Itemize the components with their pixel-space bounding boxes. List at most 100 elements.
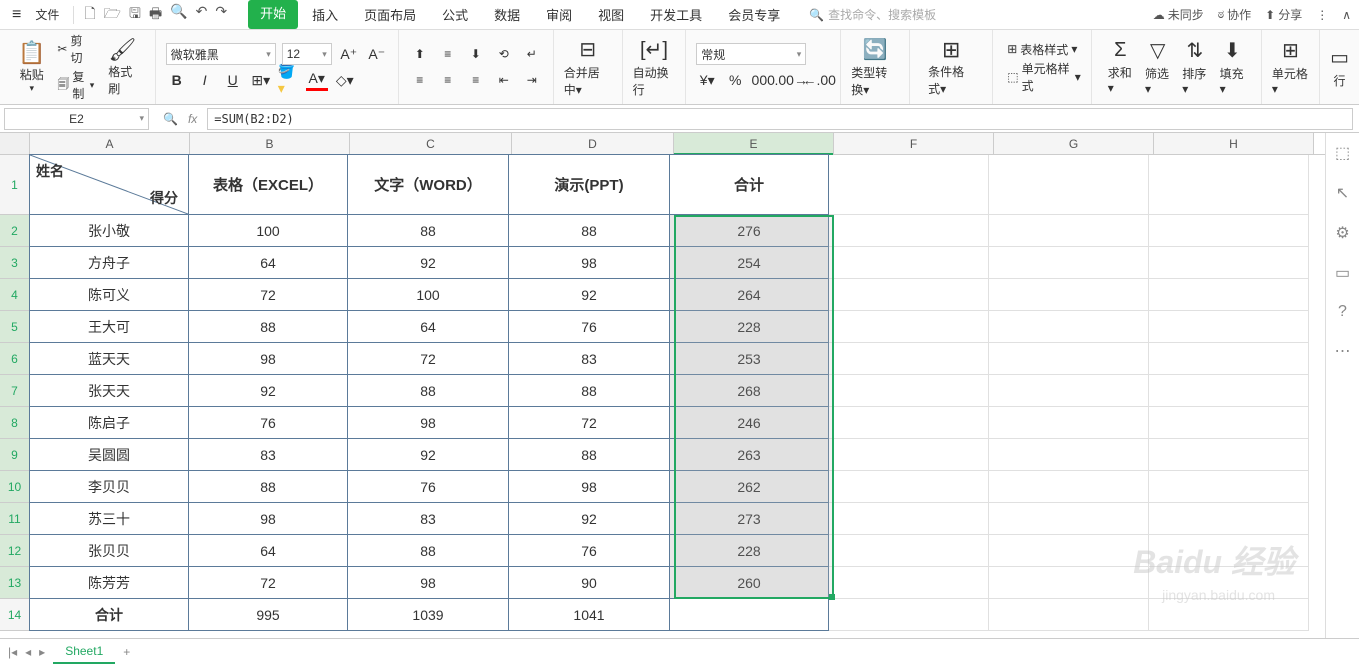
cell-d4[interactable]: 92	[508, 278, 670, 311]
spreadsheet-grid[interactable]: A B C D E F G H 1 姓名 得分 表格（EXCEL） 文字（WOR…	[0, 133, 1325, 638]
cut-button[interactable]: ✂剪切	[57, 32, 94, 66]
cell-h6[interactable]	[1149, 343, 1309, 375]
cell-g13[interactable]	[989, 567, 1149, 599]
open-icon[interactable]: 🗁	[104, 3, 121, 27]
cell-a11[interactable]: 苏三十	[29, 502, 189, 535]
cells-button[interactable]: ⊞ 单元格▾	[1262, 30, 1320, 104]
cell-h11[interactable]	[1149, 503, 1309, 535]
share-button[interactable]: ⬆ 分享	[1265, 6, 1302, 23]
cell-g14[interactable]	[989, 599, 1149, 631]
cell-c1[interactable]: 文字（WORD）	[347, 154, 509, 215]
row-header-10[interactable]: 10	[0, 471, 30, 503]
cell-h5[interactable]	[1149, 311, 1309, 343]
more-icon[interactable]: ⋮	[1316, 8, 1328, 22]
name-box[interactable]: E2▾	[4, 108, 149, 130]
percent-icon[interactable]: %	[724, 69, 746, 91]
row-header-5[interactable]: 5	[0, 311, 30, 343]
preview-icon[interactable]: 🔍	[170, 3, 187, 27]
cell-e3[interactable]: 254	[669, 246, 829, 279]
font-color-icon[interactable]: A▾	[306, 69, 328, 91]
row-header-11[interactable]: 11	[0, 503, 30, 535]
cell-a3[interactable]: 方舟子	[29, 246, 189, 279]
select-all-corner[interactable]	[0, 133, 30, 154]
file-menu[interactable]: 文件	[27, 2, 67, 27]
sum-button[interactable]: Σ求和▾	[1102, 36, 1139, 98]
row-header-7[interactable]: 7	[0, 375, 30, 407]
cond-format-button[interactable]: ⊞ 条件格式▾	[920, 33, 982, 101]
cell-g1[interactable]	[989, 155, 1149, 215]
fx-icon[interactable]: fx	[188, 112, 197, 126]
new-icon[interactable]: 🗋	[84, 3, 95, 27]
formula-input[interactable]: =SUM(B2:D2)	[207, 108, 1353, 130]
cell-f1[interactable]	[829, 155, 989, 215]
cell-a6[interactable]: 蓝天天	[29, 342, 189, 375]
indent-right-icon[interactable]: ⇥	[521, 69, 543, 91]
row-header-9[interactable]: 9	[0, 439, 30, 471]
cell-b8[interactable]: 76	[188, 406, 348, 439]
tab-view[interactable]: 视图	[586, 0, 636, 29]
cell-h8[interactable]	[1149, 407, 1309, 439]
cell-e13[interactable]: 260	[669, 566, 829, 599]
cell-h10[interactable]	[1149, 471, 1309, 503]
row-header-13[interactable]: 13	[0, 567, 30, 599]
cell-d9[interactable]: 88	[508, 438, 670, 471]
row-header-14[interactable]: 14	[0, 599, 30, 631]
cell-c9[interactable]: 92	[347, 438, 509, 471]
cell-d13[interactable]: 90	[508, 566, 670, 599]
cell-b12[interactable]: 64	[188, 534, 348, 567]
cell-g10[interactable]	[989, 471, 1149, 503]
cell-g7[interactable]	[989, 375, 1149, 407]
cell-f13[interactable]	[829, 567, 989, 599]
cell-c10[interactable]: 76	[347, 470, 509, 503]
cell-b13[interactable]: 72	[188, 566, 348, 599]
cell-c14[interactable]: 1039	[347, 598, 509, 631]
cell-d1[interactable]: 演示(PPT)	[508, 154, 670, 215]
tab-dev-tools[interactable]: 开发工具	[638, 0, 714, 29]
cell-f2[interactable]	[829, 215, 989, 247]
cell-h12[interactable]	[1149, 535, 1309, 567]
cell-f4[interactable]	[829, 279, 989, 311]
cell-c4[interactable]: 100	[347, 278, 509, 311]
comma-icon[interactable]: 000	[752, 69, 774, 91]
filter-button[interactable]: ▽筛选▾	[1139, 36, 1176, 98]
cell-a4[interactable]: 陈可义	[29, 278, 189, 311]
cell-h13[interactable]	[1149, 567, 1309, 599]
auto-wrap-button[interactable]: [↵] 自动换行	[623, 30, 687, 104]
align-center-icon[interactable]: ≡	[437, 69, 459, 91]
font-size-select[interactable]: 12▾	[282, 43, 332, 65]
cell-b2[interactable]: 100	[188, 214, 348, 247]
cell-c8[interactable]: 98	[347, 406, 509, 439]
align-left-icon[interactable]: ≡	[409, 69, 431, 91]
cell-style-button[interactable]: ⬚单元格样式▾	[1007, 60, 1080, 94]
cell-d11[interactable]: 92	[508, 502, 670, 535]
orientation-icon[interactable]: ⟲	[493, 43, 515, 65]
collab-button[interactable]: ಠ 协作	[1218, 6, 1251, 23]
cell-a7[interactable]: 张天天	[29, 374, 189, 407]
cell-e10[interactable]: 262	[669, 470, 829, 503]
cell-h4[interactable]	[1149, 279, 1309, 311]
increase-font-icon[interactable]: A⁺	[338, 43, 360, 65]
align-top-icon[interactable]: ⬆	[409, 43, 431, 65]
cell-d12[interactable]: 76	[508, 534, 670, 567]
sheet-tab-active[interactable]: Sheet1	[53, 640, 115, 664]
sidebar-select-icon[interactable]: ⬚	[1335, 143, 1350, 163]
row-header-3[interactable]: 3	[0, 247, 30, 279]
sheet-nav-prev-icon[interactable]: ◂	[25, 645, 31, 659]
cell-c6[interactable]: 72	[347, 342, 509, 375]
col-header-h[interactable]: H	[1154, 133, 1314, 154]
align-middle-icon[interactable]: ≡	[437, 43, 459, 65]
increase-decimal-icon[interactable]: .00→	[780, 69, 802, 91]
save-icon[interactable]: 🖫	[129, 3, 141, 27]
cell-d5[interactable]: 76	[508, 310, 670, 343]
cell-c11[interactable]: 83	[347, 502, 509, 535]
cell-f12[interactable]	[829, 535, 989, 567]
cell-b11[interactable]: 98	[188, 502, 348, 535]
cell-a14[interactable]: 合计	[29, 598, 189, 631]
cell-b14[interactable]: 995	[188, 598, 348, 631]
underline-icon[interactable]: U	[222, 69, 244, 91]
cell-b3[interactable]: 64	[188, 246, 348, 279]
cell-f5[interactable]	[829, 311, 989, 343]
font-name-select[interactable]: 微软雅黑▾	[166, 43, 276, 65]
cell-f3[interactable]	[829, 247, 989, 279]
cell-g3[interactable]	[989, 247, 1149, 279]
